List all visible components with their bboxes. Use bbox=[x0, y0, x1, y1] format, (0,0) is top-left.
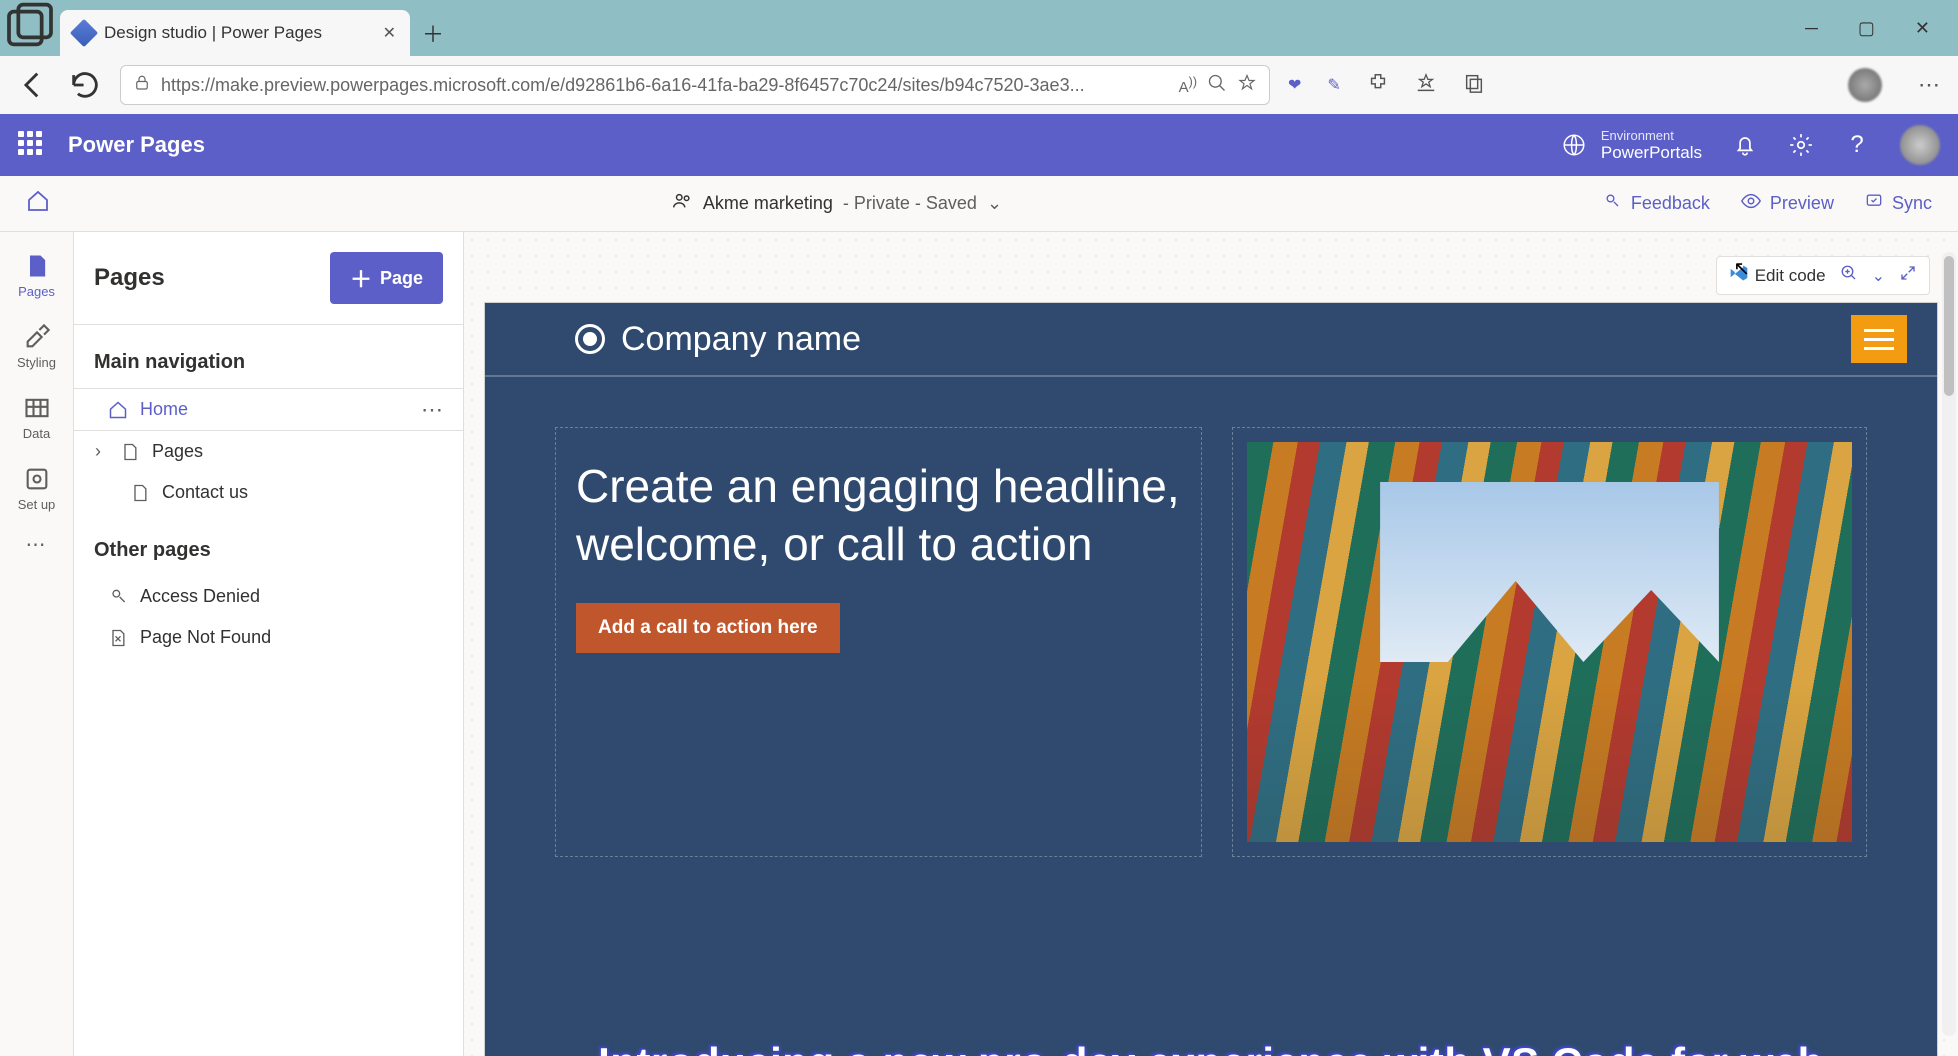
home-icon[interactable] bbox=[26, 189, 50, 218]
tree-item-not-found[interactable]: Page Not Found bbox=[74, 617, 463, 658]
reader-icon[interactable]: A)) bbox=[1179, 75, 1197, 96]
app-launcher-icon[interactable] bbox=[18, 131, 46, 159]
chevron-down-icon: ⌄ bbox=[987, 193, 1002, 214]
rail-more-icon[interactable]: ⋯ bbox=[26, 532, 48, 557]
rail-styling[interactable]: Styling bbox=[0, 313, 73, 384]
health-icon[interactable]: ❤ bbox=[1288, 75, 1301, 95]
setup-icon bbox=[23, 465, 51, 493]
tab-actions-icon[interactable] bbox=[0, 0, 60, 56]
feedback-button[interactable]: Feedback bbox=[1603, 191, 1710, 216]
tab-close-icon[interactable]: ✕ bbox=[383, 23, 396, 43]
chevron-right-icon[interactable]: › bbox=[88, 442, 108, 462]
site-preview[interactable]: Company name Create an engaging headline… bbox=[484, 302, 1938, 1056]
collections-icon[interactable] bbox=[1463, 72, 1485, 99]
powerpages-favicon bbox=[70, 19, 98, 47]
site-status: - Private - Saved bbox=[843, 193, 977, 214]
pages-panel: Pages ＋ Page Main navigation Home › Page… bbox=[74, 232, 464, 1056]
plus-icon: ＋ bbox=[350, 262, 372, 294]
site-logo bbox=[575, 324, 605, 354]
hero-headline: Create an engaging headline, welcome, or… bbox=[576, 458, 1181, 573]
minimize-icon[interactable]: ─ bbox=[1805, 18, 1818, 39]
url-text: https://make.preview.powerpages.microsof… bbox=[161, 75, 1169, 96]
preview-button[interactable]: Preview bbox=[1740, 190, 1834, 217]
browser-menu-icon[interactable]: ⋯ bbox=[1918, 72, 1942, 98]
canvas: Edit code ⌄ ↖ Company name Create an eng… bbox=[464, 232, 1958, 1056]
env-name: PowerPortals bbox=[1601, 143, 1702, 163]
edge-tool-icon[interactable]: ✎ bbox=[1327, 75, 1340, 95]
site-company-name: Company name bbox=[621, 320, 861, 359]
hero-cta-button[interactable]: Add a call to action here bbox=[576, 603, 840, 653]
page-icon bbox=[130, 483, 150, 503]
chevron-down-icon[interactable]: ⌄ bbox=[1872, 266, 1885, 286]
favorite-icon[interactable] bbox=[1237, 73, 1257, 98]
help-icon[interactable]: ? bbox=[1844, 132, 1870, 158]
sync-icon bbox=[1864, 191, 1884, 216]
error-page-icon bbox=[108, 628, 128, 648]
cursor-icon: ↖ bbox=[1733, 256, 1750, 281]
back-button[interactable] bbox=[16, 68, 50, 102]
expand-icon[interactable] bbox=[1899, 264, 1917, 287]
hamburger-menu-icon[interactable] bbox=[1851, 315, 1907, 363]
settings-icon[interactable] bbox=[1788, 132, 1814, 158]
tree-item-home[interactable]: Home bbox=[74, 388, 463, 431]
app-header: Power Pages Environment PowerPortals ? bbox=[0, 114, 1958, 176]
feedback-icon bbox=[1603, 191, 1623, 216]
sync-button[interactable]: Sync bbox=[1864, 191, 1932, 216]
tab-title: Design studio | Power Pages bbox=[104, 23, 373, 43]
canvas-scrollbar[interactable] bbox=[1942, 252, 1956, 1036]
site-name: Akme marketing bbox=[703, 193, 833, 214]
notifications-icon[interactable] bbox=[1732, 132, 1758, 158]
rail-setup[interactable]: Set up bbox=[0, 455, 73, 526]
rail-pages[interactable]: Pages bbox=[0, 242, 73, 313]
brush-icon bbox=[23, 323, 51, 351]
section-other: Other pages bbox=[74, 513, 463, 576]
lock-icon bbox=[133, 74, 151, 97]
tree-item-pages[interactable]: › Pages bbox=[74, 431, 463, 472]
url-field[interactable]: https://make.preview.powerpages.microsof… bbox=[120, 65, 1270, 105]
user-avatar[interactable] bbox=[1900, 125, 1940, 165]
favorites-list-icon[interactable] bbox=[1415, 72, 1437, 99]
env-label: Environment bbox=[1601, 128, 1702, 143]
close-window-icon[interactable]: ✕ bbox=[1915, 18, 1930, 39]
home-icon bbox=[108, 400, 128, 420]
left-rail: Pages Styling Data Set up ⋯ bbox=[0, 232, 74, 1056]
people-icon bbox=[671, 190, 693, 217]
browser-profile-avatar[interactable] bbox=[1848, 68, 1882, 102]
page-icon bbox=[120, 442, 140, 462]
page-icon bbox=[23, 252, 51, 280]
panel-title: Pages bbox=[94, 264, 165, 292]
hero-image-section[interactable] bbox=[1232, 427, 1867, 857]
new-tab-button[interactable]: ＋ bbox=[410, 10, 456, 56]
zoom-in-icon[interactable] bbox=[1840, 264, 1858, 287]
maximize-icon[interactable]: ▢ bbox=[1858, 18, 1875, 39]
section-main-nav: Main navigation bbox=[74, 325, 463, 388]
tree-item-access-denied[interactable]: Access Denied bbox=[74, 576, 463, 617]
globe-icon bbox=[1561, 132, 1587, 158]
app-name: Power Pages bbox=[68, 132, 205, 158]
promo-banner: Introducing a new pro-dev experience wit… bbox=[485, 1021, 1937, 1056]
site-picker[interactable]: Akme marketing - Private - Saved ⌄ bbox=[671, 190, 1002, 217]
tree-item-contact[interactable]: Contact us bbox=[74, 472, 463, 513]
hero-text-section[interactable]: Create an engaging headline, welcome, or… bbox=[555, 427, 1202, 857]
hero-image bbox=[1247, 442, 1852, 842]
site-toolbar: Akme marketing - Private - Saved ⌄ Feedb… bbox=[0, 176, 1958, 232]
table-icon bbox=[23, 394, 51, 422]
refresh-button[interactable] bbox=[68, 68, 102, 102]
zoom-icon[interactable] bbox=[1207, 73, 1227, 98]
environment-picker[interactable]: Environment PowerPortals bbox=[1561, 128, 1702, 163]
browser-tab[interactable]: Design studio | Power Pages ✕ bbox=[60, 10, 410, 56]
window-titlebar: Design studio | Power Pages ✕ ＋ ─ ▢ ✕ bbox=[0, 0, 1958, 56]
add-page-button[interactable]: ＋ Page bbox=[330, 252, 443, 304]
extensions-icon[interactable] bbox=[1367, 72, 1389, 99]
browser-addressbar: https://make.preview.powerpages.microsof… bbox=[0, 56, 1958, 114]
rail-data[interactable]: Data bbox=[0, 384, 73, 455]
eye-icon bbox=[1740, 190, 1762, 217]
lock-icon bbox=[108, 587, 128, 607]
